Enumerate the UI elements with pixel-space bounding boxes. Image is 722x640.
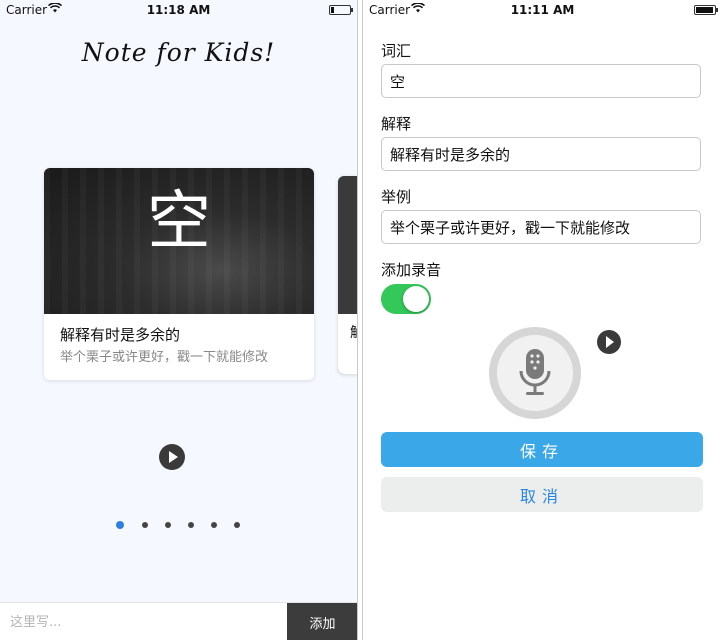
note-list-screen: Carrier 11:18 AM Note for Kids! 空 解释有时是多… <box>0 0 358 640</box>
explanation-field[interactable] <box>381 137 701 171</box>
recording-toggle[interactable] <box>381 284 431 314</box>
card-example: 举个栗子或许更好，戳一下就能修改 <box>60 350 269 365</box>
example-label: 举例 <box>381 188 412 206</box>
play-icon[interactable] <box>159 444 185 470</box>
cancel-button[interactable]: 取消 <box>381 477 703 512</box>
card-character: 空 <box>147 185 211 259</box>
word-field[interactable] <box>381 64 701 98</box>
toggle-knob <box>403 286 429 312</box>
play-icon[interactable] <box>597 330 621 354</box>
bottom-input-bar: 添加 <box>0 602 357 640</box>
app-title: Note for Kids! <box>81 38 276 67</box>
record-button[interactable] <box>489 327 581 419</box>
page-dot[interactable] <box>211 522 217 528</box>
save-button[interactable]: 保存 <box>381 432 703 467</box>
status-bar: Carrier 11:11 AM <box>363 0 722 20</box>
edit-note-screen: Carrier 11:11 AM 词汇 解释 举例 添加录音 保存 取消 <box>362 0 722 640</box>
peek-card-text: 解 <box>350 322 357 342</box>
card-explanation: 解释有时是多余的 <box>60 326 181 344</box>
note-card[interactable]: 空 解释有时是多余的 举个栗子或许更好，戳一下就能修改 <box>44 168 314 380</box>
card-photo: 空 <box>44 168 314 314</box>
page-dot[interactable] <box>165 522 171 528</box>
page-dot[interactable] <box>234 522 240 528</box>
status-bar: Carrier 11:18 AM <box>0 0 357 20</box>
note-input[interactable] <box>0 603 286 640</box>
explanation-label: 解释 <box>381 115 412 133</box>
clock: 11:18 AM <box>146 3 211 17</box>
next-card-peek[interactable]: 解 <box>338 176 357 374</box>
page-dot[interactable] <box>116 521 124 529</box>
word-label: 词汇 <box>381 42 412 60</box>
page-dot[interactable] <box>188 522 194 528</box>
clock: 11:11 AM <box>510 3 575 17</box>
add-button[interactable]: 添加 <box>287 603 357 640</box>
page-dot[interactable] <box>142 522 148 528</box>
recording-label: 添加录音 <box>381 261 442 279</box>
battery-icon <box>329 5 353 15</box>
microphone-icon <box>497 335 573 411</box>
example-field[interactable] <box>381 210 701 244</box>
battery-icon <box>694 5 718 15</box>
